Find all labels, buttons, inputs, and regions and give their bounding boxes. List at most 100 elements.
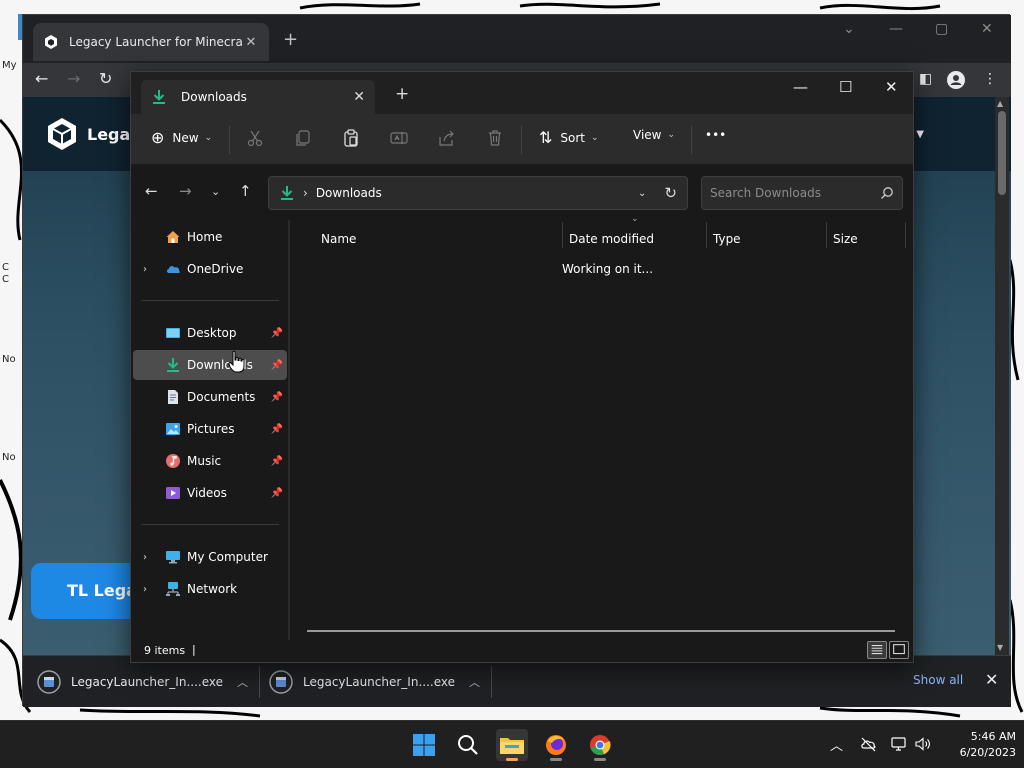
maximize-icon[interactable]: ▢ — [935, 21, 948, 37]
desktop-icon-label[interactable]: No — [2, 452, 22, 463]
expand-chevron-icon[interactable]: › — [143, 584, 147, 595]
nav-item-pictures[interactable]: Pictures 📌 — [133, 414, 287, 444]
breadcrumb-separator-icon[interactable]: › — [303, 186, 308, 200]
pin-icon[interactable]: 📌 — [271, 392, 283, 403]
refresh-icon[interactable]: ↻ — [664, 184, 677, 202]
close-window-icon[interactable]: ✕ — [885, 78, 898, 96]
start-button[interactable] — [408, 729, 440, 761]
forward-icon[interactable]: → — [67, 69, 80, 88]
new-tab-icon[interactable]: + — [395, 84, 409, 104]
pin-icon[interactable]: 📌 — [271, 424, 283, 435]
minimize-icon[interactable]: — — [793, 78, 808, 96]
new-tab-icon[interactable]: + — [283, 29, 298, 50]
pin-icon[interactable]: 📌 — [271, 328, 283, 339]
large-icons-view-button[interactable] — [889, 641, 909, 659]
nav-item-home[interactable]: Home — [133, 222, 287, 252]
recent-locations-icon[interactable]: ⌄ — [211, 185, 220, 198]
close-window-icon[interactable]: ✕ — [981, 21, 993, 37]
maximize-icon[interactable]: ☐ — [839, 78, 852, 96]
nav-item-videos[interactable]: Videos 📌 — [133, 478, 287, 508]
reload-icon[interactable]: ↻ — [99, 69, 112, 88]
volume-icon[interactable] — [914, 735, 932, 753]
close-tab-icon[interactable]: ✕ — [353, 89, 365, 105]
column-divider[interactable] — [826, 222, 827, 248]
cut-icon[interactable] — [245, 128, 265, 148]
nav-item-downloads[interactable]: Downloads 📌 — [133, 350, 287, 380]
column-header-type[interactable]: Type — [713, 226, 741, 252]
copy-icon[interactable] — [293, 128, 313, 148]
network-icon[interactable] — [890, 735, 908, 753]
desktop-icon-label[interactable]: My — [2, 60, 22, 71]
expand-chevron-icon[interactable]: › — [143, 552, 147, 563]
nav-item-network[interactable]: › Network — [133, 574, 287, 604]
scroll-down-icon[interactable]: ▼ — [997, 643, 1003, 652]
taskbar-firefox[interactable] — [540, 729, 572, 761]
close-tab-icon[interactable]: ✕ — [243, 35, 259, 50]
menu-icon[interactable]: ⋮ — [983, 71, 997, 87]
pin-icon[interactable]: 📌 — [271, 456, 283, 467]
address-bar[interactable]: › Downloads ⌄ ↻ — [268, 176, 688, 210]
back-icon[interactable]: ← — [35, 69, 48, 88]
system-clock[interactable]: 5:46 AM 6/20/2023 — [946, 729, 1016, 761]
back-icon[interactable]: ← — [145, 182, 158, 200]
see-more-button[interactable]: ••• — [705, 128, 726, 142]
expand-chevron-icon[interactable]: › — [143, 264, 147, 275]
chevron-up-icon[interactable]: ︿ — [237, 674, 248, 690]
paste-icon[interactable] — [341, 128, 361, 148]
taskbar-search-button[interactable] — [452, 729, 484, 761]
pin-icon[interactable]: 📌 — [271, 488, 283, 499]
breadcrumb-location[interactable]: Downloads — [316, 186, 638, 200]
nav-item-documents[interactable]: Documents 📌 — [133, 382, 287, 412]
chevron-up-icon[interactable]: ︿ — [469, 674, 480, 690]
nav-item-label: Network — [187, 582, 238, 596]
download-item[interactable]: LegacyLauncher_In....exe ︿ — [269, 664, 480, 700]
column-header-date-modified[interactable]: Date modified — [569, 226, 654, 252]
scrollbar-thumb[interactable] — [998, 111, 1006, 195]
nav-item-my-computer[interactable]: › My Computer — [133, 542, 287, 572]
sort-button[interactable]: ⇅ Sort ⌄ — [539, 128, 599, 147]
profile-icon[interactable] — [947, 71, 965, 89]
share-icon[interactable] — [437, 128, 457, 148]
desktop-icon-label[interactable]: C — [2, 274, 22, 285]
side-panel-icon[interactable]: ◧ — [919, 71, 932, 87]
download-item[interactable]: LegacyLauncher_In....exe ︿ — [37, 664, 248, 700]
pane-splitter[interactable] — [288, 220, 290, 640]
column-header-name[interactable]: Name — [321, 226, 356, 252]
column-divider[interactable] — [905, 222, 906, 248]
up-icon[interactable]: ↑ — [239, 182, 252, 200]
explorer-tab[interactable]: Downloads ✕ — [141, 80, 375, 114]
details-view-button[interactable] — [867, 641, 887, 659]
minimize-icon[interactable]: — — [889, 21, 903, 37]
sort-indicator-icon: ⌄ — [631, 214, 639, 224]
legacy-logo-icon[interactable] — [47, 117, 77, 151]
forward-icon[interactable]: → — [179, 182, 192, 200]
browser-tab[interactable]: Legacy Launcher for Minecraft (e ✕ — [33, 23, 269, 61]
horizontal-scrollbar[interactable] — [307, 630, 895, 632]
scroll-up-icon[interactable]: ▲ — [997, 99, 1003, 108]
tab-search-icon[interactable]: ⌄ — [843, 21, 855, 37]
taskbar-chrome[interactable] — [584, 729, 616, 761]
show-all-downloads-link[interactable]: Show all — [913, 673, 963, 687]
nav-item-music[interactable]: Music 📌 — [133, 446, 287, 476]
page-scrollbar[interactable]: ▲ ▼ — [995, 97, 1009, 655]
nav-item-desktop[interactable]: Desktop 📌 — [133, 318, 287, 348]
chevron-down-icon: ⌄ — [591, 132, 599, 143]
column-divider[interactable] — [706, 222, 707, 248]
address-dropdown-icon[interactable]: ⌄ — [638, 188, 646, 199]
delete-icon[interactable] — [485, 128, 505, 148]
column-header-size[interactable]: Size — [833, 226, 858, 252]
close-download-shelf-icon[interactable]: ✕ — [985, 670, 998, 689]
view-button[interactable]: View ⌄ — [633, 128, 675, 142]
taskbar-file-explorer[interactable] — [496, 729, 528, 761]
show-hidden-icons-icon[interactable]: ︿ — [830, 735, 843, 754]
onedrive-offline-icon[interactable] — [860, 735, 878, 753]
download-filename: LegacyLauncher_In....exe — [71, 675, 223, 689]
pin-icon[interactable]: 📌 — [271, 360, 283, 371]
search-box[interactable]: Search Downloads — [701, 176, 903, 210]
column-divider[interactable] — [562, 222, 563, 248]
nav-item-onedrive[interactable]: › OneDrive — [133, 254, 287, 284]
rename-icon[interactable] — [389, 128, 409, 148]
desktop-icon-label[interactable]: C — [2, 262, 22, 273]
new-button[interactable]: ⊕ New ⌄ — [151, 128, 212, 147]
desktop-icon-label[interactable]: No — [2, 354, 22, 365]
